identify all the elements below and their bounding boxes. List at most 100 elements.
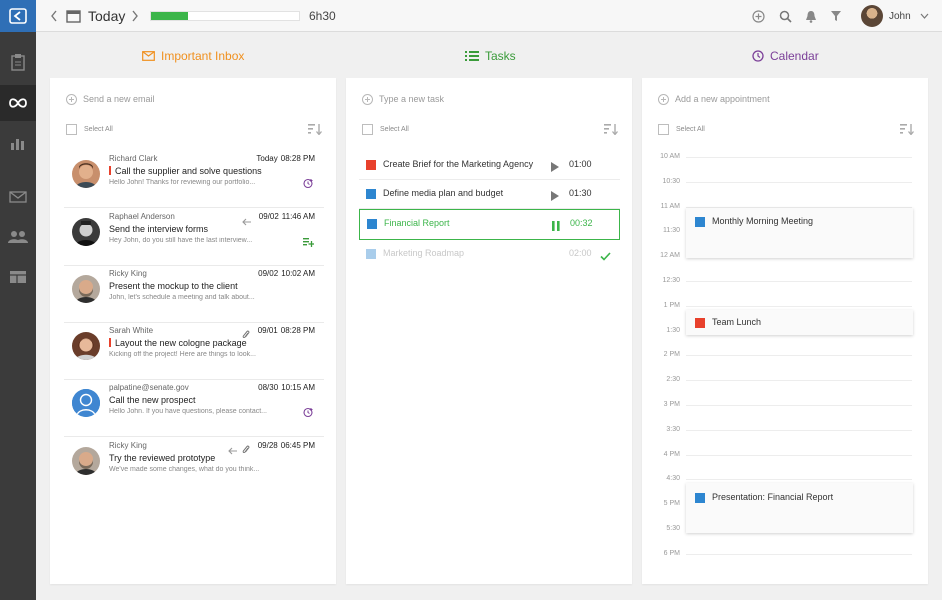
checkmark-icon[interactable] bbox=[600, 248, 611, 266]
hour-label: 3 PM bbox=[663, 401, 680, 408]
email-subject: Try the reviewed prototype bbox=[109, 453, 216, 463]
task-row-done[interactable]: Marketing Roadmap 02:00 bbox=[359, 240, 620, 269]
section-title: Calendar bbox=[770, 49, 819, 63]
chevron-down-icon[interactable] bbox=[920, 0, 929, 32]
calendar-day-icon[interactable] bbox=[66, 0, 81, 32]
plus-circle-icon bbox=[362, 93, 373, 105]
appointment[interactable]: Monthly Morning Meeting bbox=[686, 208, 913, 258]
search-icon[interactable] bbox=[779, 0, 792, 32]
email-sender: Raphael Anderson bbox=[109, 212, 175, 221]
new-task-input[interactable]: Type a new task bbox=[362, 92, 444, 106]
sort-icon[interactable] bbox=[604, 122, 618, 140]
section-important-inbox[interactable]: Important Inbox bbox=[142, 46, 244, 66]
task-name: Create Brief for the Marketing Agency bbox=[383, 159, 534, 169]
clock-plus-icon[interactable] bbox=[303, 405, 314, 423]
email-time: 08:28 PM bbox=[280, 326, 315, 335]
mail-icon[interactable] bbox=[0, 179, 36, 215]
task-duration: 02:00 bbox=[569, 248, 592, 258]
hour-label: 5:30 bbox=[666, 525, 680, 532]
task-row[interactable]: Create Brief for the Marketing Agency 01… bbox=[359, 151, 620, 180]
select-all[interactable]: Select All bbox=[362, 124, 409, 135]
email-day: 09/02 bbox=[258, 269, 279, 278]
calendar-panel: Add a new appointment Select All 10 AM 10… bbox=[642, 78, 928, 584]
task-row[interactable]: Define media plan and budget 01:30 bbox=[359, 180, 620, 209]
play-icon[interactable] bbox=[551, 159, 559, 177]
contacts-icon[interactable] bbox=[0, 219, 36, 255]
hour-label: 1:30 bbox=[666, 326, 680, 334]
hour-label: 4 PM bbox=[663, 450, 680, 458]
email-sender: Richard Clark bbox=[109, 154, 158, 163]
hour-label: 2:30 bbox=[666, 376, 680, 384]
email-preview: We've made some changes, what do you thi… bbox=[109, 466, 260, 473]
email-row[interactable]: palpatine@senate.gov 08/30 10:15 AM Call … bbox=[64, 380, 324, 437]
hour-label: 2 PM bbox=[663, 351, 680, 359]
clipboard-icon[interactable] bbox=[0, 44, 36, 80]
reply-icon bbox=[242, 213, 252, 231]
sort-icon[interactable] bbox=[308, 122, 322, 140]
appointment[interactable]: Presentation: Financial Report bbox=[686, 483, 913, 533]
email-day: 09/28 bbox=[257, 441, 278, 450]
hour-label: 1 PM bbox=[663, 301, 680, 309]
send-new-email-button[interactable]: Send a new email bbox=[66, 92, 155, 106]
user-name[interactable]: John bbox=[889, 0, 911, 32]
email-date: 09/01 08:28 PM bbox=[258, 326, 315, 335]
avatar[interactable] bbox=[861, 5, 883, 27]
bar-chart-icon[interactable] bbox=[0, 125, 36, 161]
select-all-checkbox[interactable] bbox=[658, 124, 669, 135]
select-all-checkbox[interactable] bbox=[362, 124, 373, 135]
task-duration: 00:32 bbox=[570, 218, 593, 228]
task-color-square bbox=[366, 189, 376, 199]
layout-icon[interactable] bbox=[0, 259, 36, 295]
email-row[interactable]: Sarah White 09/01 08:28 PM Layout the new… bbox=[64, 323, 324, 380]
hour-line bbox=[686, 380, 912, 382]
email-preview: Hello John! Thanks for reviewing our por… bbox=[109, 179, 256, 186]
clock-plus-icon[interactable] bbox=[303, 176, 314, 194]
hour-line bbox=[686, 405, 912, 406]
filter-icon[interactable] bbox=[830, 0, 842, 32]
add-appointment-button[interactable]: Add a new appointment bbox=[658, 92, 770, 106]
today-label[interactable]: Today bbox=[88, 0, 125, 32]
email-date: 09/02 10:02 AM bbox=[258, 269, 315, 278]
user-avatar[interactable] bbox=[861, 0, 883, 32]
email-row[interactable]: Ricky King 09/02 10:02 AM Present the moc… bbox=[64, 266, 324, 323]
email-row[interactable]: Richard Clark Today 08:28 PM Call the sup… bbox=[64, 151, 324, 208]
reply-icon bbox=[228, 442, 238, 460]
email-row[interactable]: Raphael Anderson 09/02 11:46 AM Send the … bbox=[64, 209, 324, 266]
section-calendar[interactable]: Calendar bbox=[752, 46, 819, 66]
select-all[interactable]: Select All bbox=[658, 124, 705, 135]
select-all-label: Select All bbox=[380, 126, 409, 133]
time-tracked: 6h30 bbox=[309, 9, 336, 23]
avatar bbox=[72, 332, 100, 360]
hour-line bbox=[686, 281, 912, 282]
appointment-color-square bbox=[695, 217, 705, 227]
email-date: 08/30 10:15 AM bbox=[258, 383, 315, 392]
infinity-icon[interactable] bbox=[0, 85, 36, 121]
app-logo-icon[interactable] bbox=[0, 0, 36, 32]
select-all[interactable]: Select All bbox=[66, 124, 113, 135]
add-task-icon[interactable] bbox=[303, 234, 314, 252]
select-all-checkbox[interactable] bbox=[66, 124, 77, 135]
day-progress-bar bbox=[150, 11, 300, 21]
avatar bbox=[72, 275, 100, 303]
section-title: Important Inbox bbox=[161, 49, 245, 63]
bell-icon[interactable] bbox=[805, 0, 817, 32]
progress-fill bbox=[151, 12, 188, 20]
appointment-title: Team Lunch bbox=[712, 317, 762, 327]
task-row-running[interactable]: Financial Report 00:32 bbox=[359, 209, 620, 240]
select-all-label: Select All bbox=[676, 126, 705, 133]
pause-icon[interactable] bbox=[552, 218, 560, 236]
new-task-placeholder: Type a new task bbox=[379, 94, 445, 104]
sort-icon[interactable] bbox=[900, 122, 914, 140]
hour-label: 6 PM bbox=[663, 549, 680, 557]
play-icon[interactable] bbox=[551, 188, 559, 206]
appointment[interactable]: Team Lunch bbox=[686, 310, 913, 335]
hour-line bbox=[686, 429, 912, 431]
email-date: 09/02 11:46 AM bbox=[259, 212, 315, 221]
chevron-right-icon[interactable] bbox=[131, 0, 139, 32]
email-row[interactable]: Ricky King 09/28 06:45 PM Try the reviewe… bbox=[64, 438, 324, 495]
email-date: 09/28 06:45 PM bbox=[258, 441, 315, 450]
email-day: 09/02 bbox=[258, 212, 279, 221]
section-tasks[interactable]: Tasks bbox=[465, 46, 516, 66]
add-circle-icon[interactable] bbox=[752, 0, 765, 32]
chevron-left-icon[interactable] bbox=[50, 0, 58, 32]
